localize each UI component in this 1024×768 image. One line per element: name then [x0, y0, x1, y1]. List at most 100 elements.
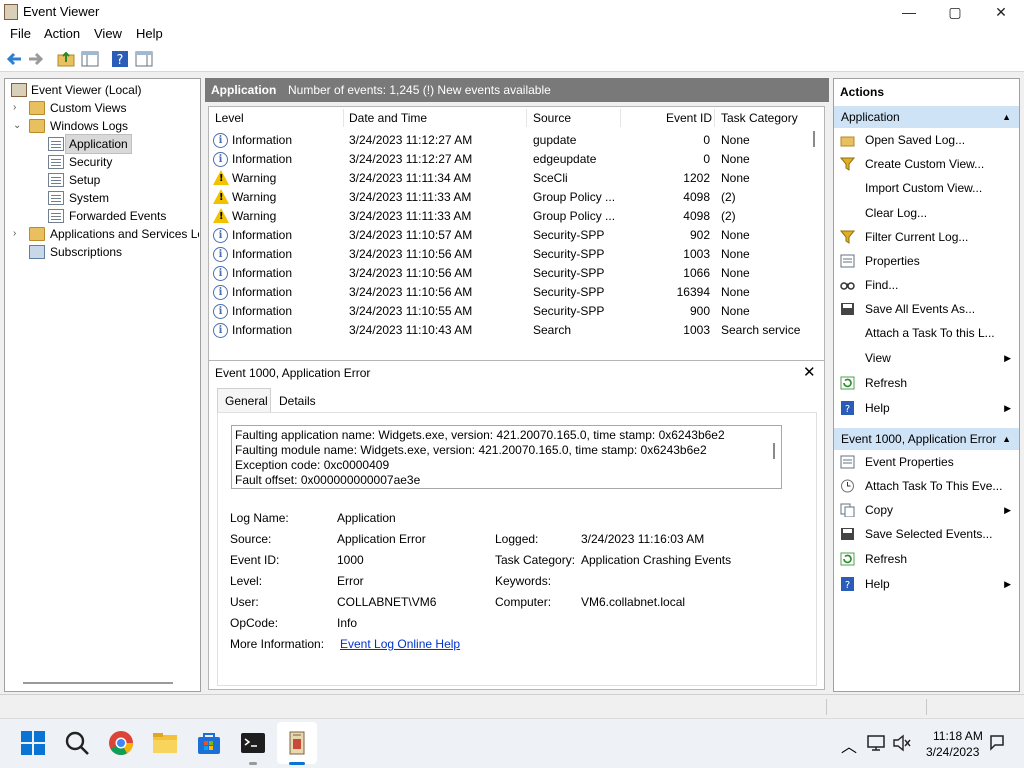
tree-item-windows-logs[interactable]: ⌄ Windows Logs [9, 117, 199, 135]
event-row[interactable]: Warning 3/24/2023 11:11:34 AM SceCli 1202 No… [209, 169, 809, 188]
action-view[interactable]: View ▶ [834, 347, 1019, 369]
tree-item-application[interactable]: Application [45, 134, 137, 154]
event-id: 0 [703, 152, 710, 166]
event-task-category: None [721, 171, 750, 185]
section-application-header[interactable]: Application ▲ [834, 106, 1019, 128]
action-properties[interactable]: Properties [834, 250, 1019, 272]
action-filter-current-log[interactable]: Filter Current Log... [834, 226, 1019, 248]
clock-date[interactable]: 3/24/2023 [926, 745, 979, 759]
column-header-event-id[interactable]: Event ID [666, 111, 712, 125]
chevron-right-icon[interactable]: › [13, 225, 23, 243]
action-copy[interactable]: Copy ▶ [834, 499, 1019, 521]
event-row[interactable]: i Information 3/24/2023 11:12:27 AM gupdate… [209, 131, 809, 150]
menu-view[interactable]: View [94, 26, 122, 41]
minimize-button[interactable]: — [886, 0, 932, 24]
event-date: 3/24/2023 11:11:33 AM [349, 190, 472, 204]
terminal-icon[interactable] [240, 730, 266, 756]
column-header-level[interactable]: Level [215, 111, 244, 125]
action-save-selected-events[interactable]: Save Selected Events... [834, 523, 1019, 545]
event-row[interactable]: i Information 3/24/2023 11:10:56 AM Securit… [209, 283, 809, 302]
windows-start-icon[interactable] [20, 730, 46, 756]
tab-general[interactable]: General [217, 388, 271, 412]
action-refresh-event[interactable]: Refresh [834, 548, 1019, 570]
microsoft-store-icon[interactable] [196, 730, 222, 756]
chevron-down-icon[interactable]: ⌄ [13, 117, 23, 135]
event-count: Number of events: 1,245 (!) New events a… [288, 83, 551, 97]
close-detail-icon[interactable]: ✕ [803, 363, 816, 381]
event-id: 0 [703, 133, 710, 147]
tab-details[interactable]: Details [279, 394, 316, 408]
title-bar: Event Viewer — ▢ ✕ [0, 0, 1024, 24]
event-task-category: None [721, 304, 750, 318]
action-help[interactable]: ? Help ▶ [834, 397, 1019, 419]
menu-file[interactable]: File [10, 26, 31, 41]
action-label: Clear Log... [865, 206, 928, 220]
tree-item-security[interactable]: Security [45, 153, 195, 171]
event-level: Information [232, 133, 293, 147]
column-header-source[interactable]: Source [533, 111, 571, 125]
help-icon[interactable]: ? [110, 49, 130, 69]
vertical-scrollbar[interactable] [813, 131, 815, 147]
column-header-date[interactable]: Date and Time [349, 111, 427, 125]
action-create-custom-view[interactable]: Create Custom View... [834, 153, 1019, 175]
network-icon[interactable] [866, 734, 886, 752]
action-attach-task-to-event[interactable]: Attach Task To This Eve... [834, 475, 1019, 497]
event-message-box[interactable]: Faulting application name: Widgets.exe, … [231, 425, 782, 489]
tree-item-event-viewer-local[interactable]: Event Viewer (Local) [9, 81, 199, 99]
event-row[interactable]: i Information 3/24/2023 11:10:56 AM Securit… [209, 264, 809, 283]
chrome-icon[interactable] [108, 730, 134, 756]
tree-item-custom-views[interactable]: › Custom Views [9, 99, 199, 117]
clock-time[interactable]: 11:18 AM [933, 729, 983, 743]
volume-muted-icon[interactable] [892, 734, 912, 752]
collapse-up-icon[interactable]: ▲ [1002, 106, 1011, 128]
action-event-properties[interactable]: Event Properties [834, 451, 1019, 473]
chevron-up-icon[interactable]: ︿ [841, 733, 857, 757]
action-clear-log[interactable]: Clear Log... [834, 202, 1019, 224]
action-label: Copy [865, 503, 894, 517]
event-row[interactable]: i Information 3/24/2023 11:10:56 AM Securit… [209, 245, 809, 264]
notification-icon[interactable] [988, 734, 1006, 752]
forward-arrow-icon[interactable] [26, 49, 46, 69]
event-row[interactable]: Warning 3/24/2023 11:11:33 AM Group Policy… [209, 207, 809, 226]
action-save-all-events-as[interactable]: Save All Events As... [834, 298, 1019, 320]
maximize-button[interactable]: ▢ [932, 0, 978, 24]
horizontal-scrollbar[interactable] [23, 682, 173, 684]
menu-action[interactable]: Action [44, 26, 80, 41]
collapse-up-icon[interactable]: ▲ [1002, 428, 1011, 450]
search-icon[interactable] [64, 730, 90, 756]
action-refresh[interactable]: Refresh [834, 372, 1019, 394]
menu-help[interactable]: Help [136, 26, 163, 41]
event-row[interactable]: i Information 3/24/2023 11:10:55 AM Securit… [209, 302, 809, 321]
show-hide-tree-icon[interactable] [80, 49, 100, 69]
file-explorer-icon[interactable] [152, 730, 178, 756]
chevron-right-icon[interactable]: › [13, 99, 23, 117]
tree-item-forwarded-events[interactable]: Forwarded Events [45, 207, 195, 225]
log-icon [48, 209, 64, 223]
event-row[interactable]: i Information 3/24/2023 11:10:43 AM Search 1… [209, 321, 809, 340]
tree-label: Applications and Services Lo [50, 227, 199, 241]
tree-item-applications-and-services[interactable]: › Applications and Services Lo [9, 225, 199, 243]
event-log-online-help-link[interactable]: Event Log Online Help [340, 637, 460, 651]
action-import-custom-view[interactable]: Import Custom View... [834, 177, 1019, 199]
event-viewer-taskbar-icon[interactable] [284, 730, 310, 756]
event-row[interactable]: i Information 3/24/2023 11:12:27 AM edgeupd… [209, 150, 809, 169]
action-attach-task-to-log[interactable]: Attach a Task To this L... [834, 322, 1019, 344]
event-date: 3/24/2023 11:11:34 AM [349, 171, 472, 185]
up-folder-icon[interactable] [56, 49, 76, 69]
show-action-pane-icon[interactable] [134, 49, 154, 69]
tree-item-setup[interactable]: Setup [45, 171, 195, 189]
message-scrollbar[interactable] [773, 443, 775, 459]
task-category-value: Application Crashing Events [581, 553, 732, 567]
event-row[interactable]: i Information 3/24/2023 11:10:57 AM Securit… [209, 226, 809, 245]
column-header-task-category[interactable]: Task Category [721, 111, 798, 125]
action-find[interactable]: Find... [834, 274, 1019, 296]
close-window-button[interactable]: ✕ [978, 0, 1024, 24]
action-label: Help [865, 401, 890, 415]
action-open-saved-log[interactable]: Open Saved Log... [834, 129, 1019, 151]
back-arrow-icon[interactable] [4, 49, 24, 69]
tree-item-system[interactable]: System [45, 189, 195, 207]
action-help-event[interactable]: ? Help ▶ [834, 573, 1019, 595]
event-row[interactable]: Warning 3/24/2023 11:11:33 AM Group Policy… [209, 188, 809, 207]
tree-item-subscriptions[interactable]: Subscriptions [9, 243, 199, 261]
section-event-header[interactable]: Event 1000, Application Error ▲ [834, 428, 1019, 450]
